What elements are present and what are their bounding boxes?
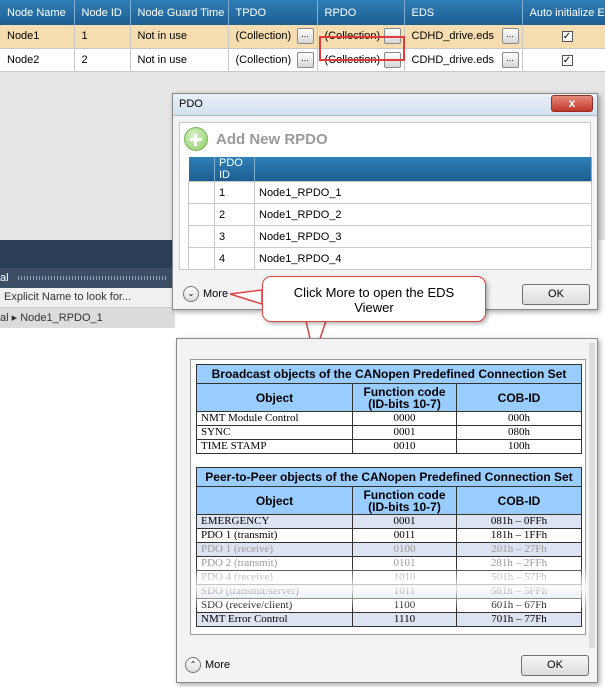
callout-pointer-left bbox=[229, 289, 263, 306]
function-code-cell: 0100 bbox=[352, 542, 457, 557]
function-code-cell: 0000 bbox=[352, 411, 457, 426]
cob-id-cell: 501h – 57Fh bbox=[456, 570, 582, 585]
cob-id-cell: 601h – 67Fh bbox=[456, 598, 582, 613]
cob-id-cell: 581h – 5FFh bbox=[456, 584, 582, 599]
eds-viewer-content: Broadcast objects of the CANopen Predefi… bbox=[190, 359, 587, 635]
table-row: PDO 1 (receive) 0100 201h – 27Fh bbox=[196, 542, 582, 557]
table-row: PDO 1 (transmit) 0011 181h – 1FFh bbox=[196, 528, 582, 543]
chevron-up-icon: ⌃ bbox=[185, 657, 201, 673]
more-button[interactable]: ⌃ More bbox=[185, 657, 230, 673]
function-code-line-2: (ID-bits 10-7) bbox=[368, 396, 441, 411]
cob-id-cell: 181h – 1FFh bbox=[456, 528, 582, 543]
object-cell: PDO 1 (transmit) bbox=[196, 528, 353, 543]
ok-button[interactable]: OK bbox=[521, 655, 589, 676]
cob-id-cell: 701h – 77Fh bbox=[456, 612, 582, 627]
object-cell: EMERGENCY bbox=[196, 514, 353, 529]
col-object: Object bbox=[196, 383, 353, 412]
cob-id-cell: 080h bbox=[456, 425, 582, 440]
table-row: NMT Module Control 0000 000h bbox=[196, 411, 582, 426]
callout-line-2: Viewer bbox=[354, 300, 394, 315]
function-code-cell: 1100 bbox=[352, 598, 457, 613]
function-code-line-2: (ID-bits 10-7) bbox=[368, 499, 441, 514]
col-function-code: Function code (ID-bits 10-7) bbox=[352, 486, 457, 515]
col-function-code: Function code (ID-bits 10-7) bbox=[352, 383, 457, 412]
object-cell: PDO 1 (receive) bbox=[196, 542, 353, 557]
function-code-cell: 0001 bbox=[352, 514, 457, 529]
object-cell: NMT Module Control bbox=[196, 411, 353, 426]
object-cell: PDO 2 (transmit) bbox=[196, 556, 353, 571]
function-code-cell: 0001 bbox=[352, 425, 457, 440]
more-label: More bbox=[205, 659, 231, 671]
object-cell: SYNC bbox=[196, 425, 353, 440]
col-object: Object bbox=[196, 486, 353, 515]
object-cell: PDO 4 (receive) bbox=[196, 570, 353, 585]
eds-viewer-panel: Broadcast objects of the CANopen Predefi… bbox=[176, 338, 598, 683]
p2p-table-title: Peer-to-Peer objects of the CANopen Pred… bbox=[196, 467, 582, 487]
object-cell: NMT Error Control bbox=[196, 612, 353, 627]
p2p-table-header: Object Function code (ID-bits 10-7) COB-I… bbox=[196, 486, 582, 515]
broadcast-table-title: Broadcast objects of the CANopen Predefi… bbox=[196, 364, 582, 384]
table-row: NMT Error Control 1110 701h – 77Fh bbox=[196, 612, 582, 627]
cob-id-cell: 201h – 27Fh bbox=[456, 542, 582, 557]
col-cob-id: COB-ID bbox=[456, 383, 582, 412]
broadcast-objects-table: Broadcast objects of the CANopen Predefi… bbox=[196, 364, 582, 454]
cob-id-cell: 081h – 0FFh bbox=[456, 514, 582, 529]
cob-id-cell: 000h bbox=[456, 411, 582, 426]
function-code-cell: 1110 bbox=[352, 612, 457, 627]
table-row: SDO (transmit/server) 1011 581h – 5FFh bbox=[196, 584, 582, 599]
callout-box: Click More to open the EDS Viewer bbox=[262, 276, 486, 322]
cob-id-cell: 281h – 2FFh bbox=[456, 556, 582, 571]
table-row: EMERGENCY 0001 081h – 0FFh bbox=[196, 514, 582, 529]
peer-to-peer-objects-table: Peer-to-Peer objects of the CANopen Pred… bbox=[196, 467, 582, 627]
function-code-cell: 0010 bbox=[352, 439, 457, 454]
object-cell: SDO (receive/client) bbox=[196, 598, 353, 613]
function-code-cell: 0101 bbox=[352, 556, 457, 571]
object-cell: SDO (transmit/server) bbox=[196, 584, 353, 599]
object-cell: TIME STAMP bbox=[196, 439, 353, 454]
table-row: PDO 4 (receive) 1010 501h – 57Fh bbox=[196, 570, 582, 585]
eds-scrollbar[interactable] bbox=[589, 343, 595, 648]
table-row: SDO (receive/client) 1100 601h – 67Fh bbox=[196, 598, 582, 613]
cob-id-cell: 100h bbox=[456, 439, 582, 454]
function-code-cell: 1011 bbox=[352, 584, 457, 599]
callout-line-1: Click More to open the EDS bbox=[293, 285, 455, 300]
broadcast-table-header: Object Function code (ID-bits 10-7) COB-I… bbox=[196, 383, 582, 412]
callout-text: Click More to open the EDS Viewer bbox=[263, 285, 485, 315]
table-row: TIME STAMP 0010 100h bbox=[196, 439, 582, 454]
col-cob-id: COB-ID bbox=[456, 486, 582, 515]
function-code-cell: 1010 bbox=[352, 570, 457, 585]
table-row: PDO 2 (transmit) 0101 281h – 2FFh bbox=[196, 556, 582, 571]
table-row: SYNC 0001 080h bbox=[196, 425, 582, 440]
function-code-cell: 0011 bbox=[352, 528, 457, 543]
